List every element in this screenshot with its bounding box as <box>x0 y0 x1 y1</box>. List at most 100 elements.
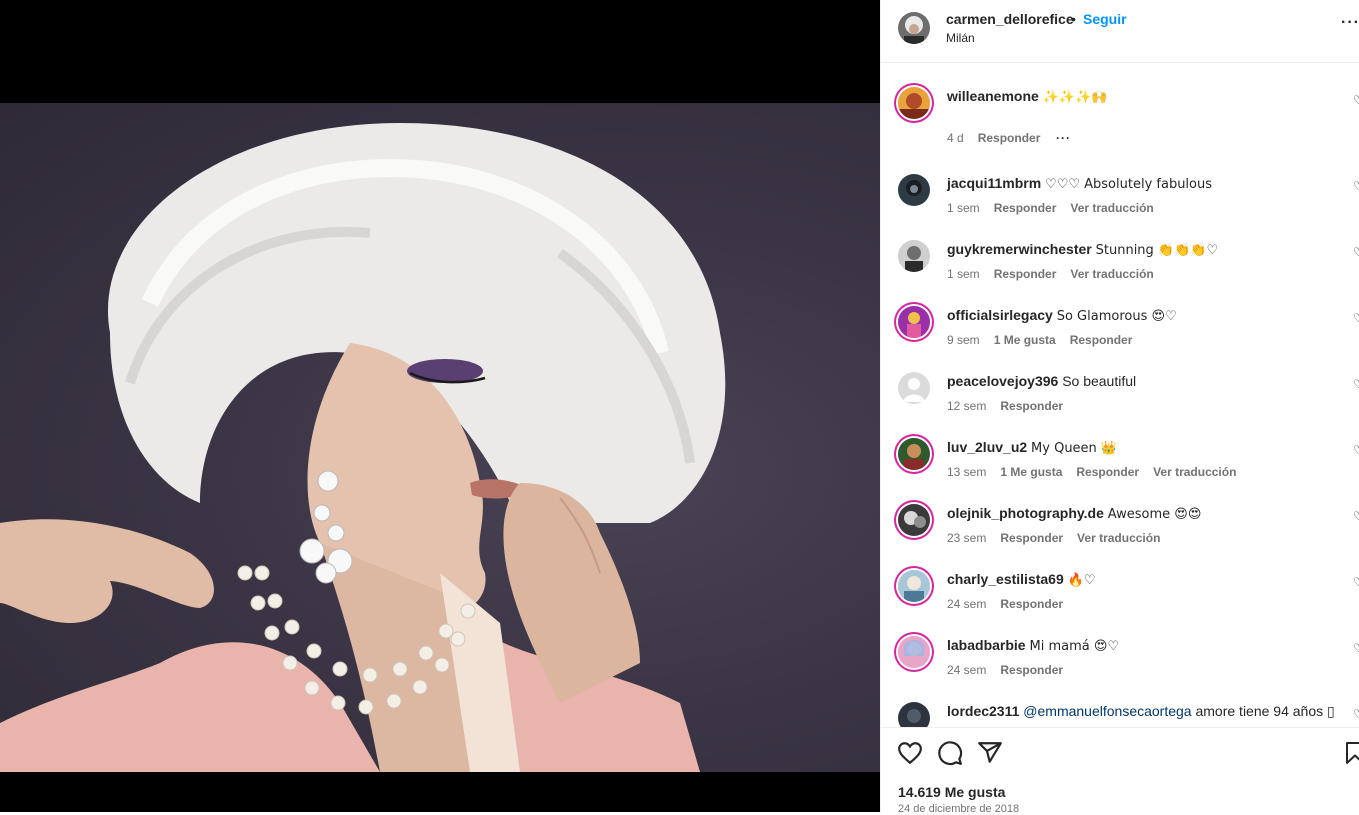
comment-time[interactable]: 24 sem <box>947 597 986 611</box>
comment-meta: 13 sem 1 Me gusta Responder Ver traducción <box>947 465 1250 479</box>
likes-count[interactable]: 14.619 Me gusta <box>898 784 1005 800</box>
comment-time[interactable]: 23 sem <box>947 531 986 545</box>
comment-likes[interactable]: 1 Me gusta <box>994 333 1056 347</box>
comment-avatar[interactable] <box>898 240 930 272</box>
comment-text: charly_estilista69 🔥♡ <box>947 571 1095 588</box>
comment-body: amore tiene 94 años ▯ <box>1195 703 1335 719</box>
comment-meta: 12 sem Responder <box>947 399 1077 413</box>
follow-button[interactable]: Seguir <box>1083 11 1127 27</box>
comment-username[interactable]: officialsirlegacy <box>947 307 1053 323</box>
comment-like-icon[interactable]: ♡ <box>1353 707 1359 721</box>
comment-item: luv_2luv_u2 My Queen 👑 13 sem 1 Me gusta R… <box>881 435 1359 501</box>
comment-like-icon[interactable]: ♡ <box>1353 311 1359 325</box>
reply-button[interactable]: Responder <box>1000 531 1063 545</box>
comment-text: jacqui11mbrm ♡♡♡ Absolutely fabulous <box>947 175 1212 192</box>
comment-username[interactable]: luv_2luv_u2 <box>947 439 1027 455</box>
comment-text: peacelovejoy396 So beautiful <box>947 373 1136 389</box>
comment-meta: 23 sem Responder Ver traducción <box>947 531 1174 545</box>
post-header: carmen_dellorefice • Seguir Milán ··· <box>881 0 1359 63</box>
translate-button[interactable]: Ver traducción <box>1070 201 1153 215</box>
comment-text: lordec2311 @emmanuelfonsecaortega amore … <box>947 703 1335 720</box>
comment-meta: 24 sem Responder <box>947 663 1077 677</box>
post-location[interactable]: Milán <box>946 31 975 45</box>
comment-time[interactable]: 24 sem <box>947 663 986 677</box>
bookmark-icon[interactable] <box>1343 740 1359 771</box>
comment-like-icon[interactable]: ♡ <box>1353 245 1359 259</box>
comment-username[interactable]: peacelovejoy396 <box>947 373 1058 389</box>
heart-icon[interactable] <box>897 740 923 771</box>
comment-like-icon[interactable]: ♡ <box>1353 575 1359 589</box>
comment-time[interactable]: 1 sem <box>947 201 980 215</box>
comment-body: So Glamorous 😍♡ <box>1056 309 1177 324</box>
translate-button[interactable]: Ver traducción <box>1077 531 1160 545</box>
comment-text: luv_2luv_u2 My Queen 👑 <box>947 439 1117 456</box>
comment-avatar[interactable] <box>898 438 930 470</box>
comment-like-icon[interactable]: ♡ <box>1353 93 1359 107</box>
comment-text: labadbarbie Mi mamá 😍♡ <box>947 637 1119 654</box>
comment-username[interactable]: guykremerwinchester <box>947 241 1092 257</box>
comment-item: charly_estilista69 🔥♡ 24 sem Responder ♡ <box>881 567 1359 633</box>
comment-avatar[interactable] <box>898 504 930 536</box>
comment-body: ♡♡♡ Absolutely fabulous <box>1045 177 1213 192</box>
comment-time[interactable]: 13 sem <box>947 465 986 479</box>
post-actions: 14.619 Me gusta 24 de diciembre de 2018 <box>881 727 1359 815</box>
comment-username[interactable]: willeanemone <box>947 88 1039 104</box>
post-media <box>0 0 880 812</box>
comment-meta: 9 sem 1 Me gusta Responder <box>947 333 1146 347</box>
reply-button[interactable]: Responder <box>978 131 1041 145</box>
comment-body: Stunning 👏👏👏♡ <box>1095 243 1219 258</box>
comment-mention-link[interactable]: @emmanuelfonsecaortega <box>1023 703 1191 719</box>
comment-text: officialsirlegacy So Glamorous 😍♡ <box>947 307 1177 324</box>
comment-avatar[interactable] <box>898 636 930 668</box>
comment-meta: 1 sem Responder Ver traducción <box>947 267 1168 281</box>
translate-button[interactable]: Ver traducción <box>1153 465 1236 479</box>
comment-like-icon[interactable]: ♡ <box>1353 641 1359 655</box>
comment-like-icon[interactable]: ♡ <box>1353 377 1359 391</box>
author-avatar[interactable] <box>898 12 930 44</box>
comment-like-icon[interactable]: ♡ <box>1353 179 1359 193</box>
comment-username[interactable]: charly_estilista69 <box>947 571 1064 587</box>
reply-button[interactable]: Responder <box>1000 597 1063 611</box>
comment-avatar[interactable] <box>898 372 930 404</box>
comment-like-icon[interactable]: ♡ <box>1353 443 1359 457</box>
comments-list[interactable]: willeanemone ✨✨✨🙌 ··· 4 d Responder ♡ jac… <box>881 63 1359 727</box>
comment-avatar[interactable] <box>898 87 930 119</box>
comment-time[interactable]: 12 sem <box>947 399 986 413</box>
comment-item: olejnik_photography.de Awesome 😍😍 23 sem… <box>881 501 1359 567</box>
comment-item: guykremerwinchester Stunning 👏👏👏♡ 1 sem R… <box>881 237 1359 303</box>
comment-time[interactable]: 4 d <box>947 131 964 145</box>
comment-icon[interactable] <box>937 740 963 771</box>
comment-avatar[interactable] <box>898 174 930 206</box>
separator-dot: • <box>1071 11 1076 27</box>
more-options-icon[interactable]: ··· <box>1341 14 1359 32</box>
comment-avatar[interactable] <box>898 570 930 602</box>
comment-body: Mi mamá 😍♡ <box>1029 639 1120 654</box>
comment-avatar[interactable] <box>898 306 930 338</box>
share-icon[interactable] <box>977 740 1003 771</box>
post-photo[interactable] <box>0 103 880 772</box>
reply-button[interactable]: Responder <box>1070 333 1133 347</box>
comment-text: guykremerwinchester Stunning 👏👏👏♡ <box>947 241 1218 258</box>
comment-username[interactable]: lordec2311 <box>947 703 1019 719</box>
author-username[interactable]: carmen_dellorefice <box>946 11 1074 27</box>
post-date[interactable]: 24 de diciembre de 2018 <box>898 803 1019 815</box>
reply-button[interactable]: Responder <box>1000 399 1063 413</box>
reply-button[interactable]: Responder <box>1076 465 1139 479</box>
reply-button[interactable]: Responder <box>994 201 1057 215</box>
translate-button[interactable]: Ver traducción <box>1070 267 1153 281</box>
reply-button[interactable]: Responder <box>1000 663 1063 677</box>
comment-username[interactable]: olejnik_photography.de <box>947 505 1104 521</box>
comment-username[interactable]: jacqui11mbrm <box>947 175 1041 191</box>
comment-meta: 24 sem Responder <box>947 597 1077 611</box>
reply-button[interactable]: Responder <box>994 267 1057 281</box>
comment-avatar[interactable] <box>898 702 930 727</box>
comment-options-icon[interactable]: ··· <box>1056 131 1071 145</box>
comment-username[interactable]: labadbarbie <box>947 637 1026 653</box>
comment-like-icon[interactable]: ♡ <box>1353 509 1359 523</box>
comment-body: 🔥♡ <box>1067 573 1096 588</box>
comment-time[interactable]: 9 sem <box>947 333 980 347</box>
post-panel: carmen_dellorefice • Seguir Milán ··· wi… <box>880 0 1359 815</box>
comment-time[interactable]: 1 sem <box>947 267 980 281</box>
comment-body: So beautiful <box>1062 373 1137 389</box>
comment-likes[interactable]: 1 Me gusta <box>1000 465 1062 479</box>
